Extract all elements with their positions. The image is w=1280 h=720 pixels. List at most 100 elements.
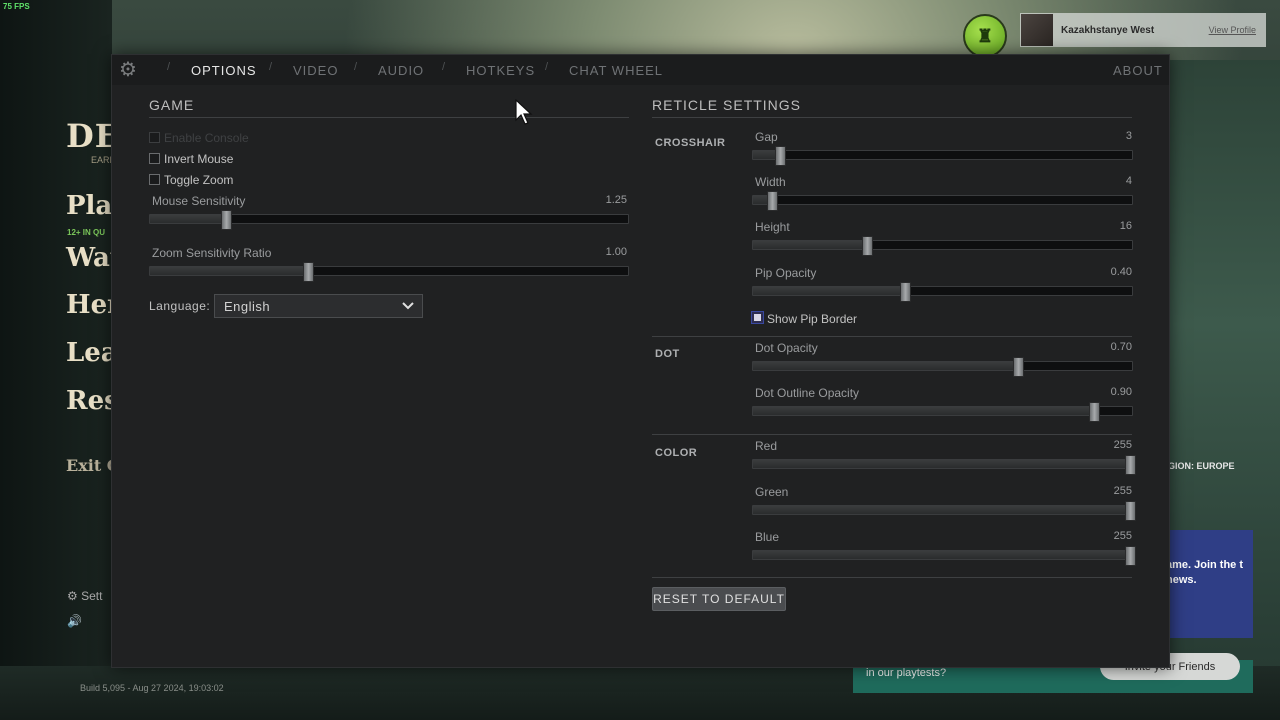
invert-mouse-checkbox[interactable] — [149, 153, 160, 164]
fps-counter: 75 FPS — [3, 2, 30, 11]
green-value: 255 — [1113, 485, 1132, 497]
invert-mouse-label: Invert Mouse — [164, 152, 234, 166]
dot-heading: DOT — [655, 348, 680, 360]
green-label: Green — [755, 485, 789, 499]
tab-video[interactable]: VIDEO — [293, 63, 338, 78]
tab-audio[interactable]: AUDIO — [378, 63, 424, 78]
toggle-zoom-label: Toggle Zoom — [164, 173, 234, 187]
tab-separator: / — [354, 61, 358, 73]
slider-thumb[interactable] — [1125, 455, 1136, 475]
reset-divider — [652, 577, 1132, 578]
slider-fill — [753, 241, 867, 249]
gap-slider[interactable] — [752, 146, 1133, 166]
height-label: Height — [755, 220, 790, 234]
build-info: Build 5,095 - Aug 27 2024, 19:03:02 — [80, 683, 224, 693]
menu-settings-label: Sett — [81, 589, 103, 603]
width-slider[interactable] — [752, 191, 1133, 211]
slider-thumb[interactable] — [899, 282, 911, 302]
show-pip-border-checkbox[interactable] — [752, 312, 763, 323]
chevron-down-icon — [402, 302, 414, 310]
hat-icon[interactable]: ♜ — [963, 14, 1007, 58]
slider-thumb[interactable] — [1125, 501, 1136, 521]
tab-separator: / — [269, 61, 273, 73]
pip-opacity-value: 0.40 — [1110, 266, 1132, 278]
slider-fill — [753, 551, 1132, 559]
menu-settings[interactable]: ⚙ Sett — [67, 589, 102, 603]
mouse-sensitivity-slider[interactable] — [149, 210, 629, 230]
mouse-sensitivity-value: 1.25 — [605, 194, 627, 206]
zoom-ratio-value: 1.00 — [605, 246, 627, 258]
slider-thumb[interactable] — [1089, 402, 1101, 422]
dot-opacity-value: 0.70 — [1110, 341, 1132, 353]
tab-bar: ⚙ / OPTIONS / VIDEO / AUDIO / HOTKEYS / … — [112, 55, 1169, 85]
slider-fill — [150, 267, 308, 275]
slider-thumb[interactable] — [861, 236, 873, 256]
avatar — [1021, 14, 1053, 46]
enable-console-label: Enable Console — [164, 131, 249, 145]
language-select[interactable]: English — [214, 294, 423, 318]
gear-icon[interactable]: ⚙ — [117, 59, 139, 81]
show-pip-border-label: Show Pip Border — [767, 312, 858, 326]
reticle-section-title: RETICLE SETTINGS — [652, 97, 802, 113]
slider-fill — [753, 287, 905, 295]
tab-chat-wheel[interactable]: CHAT WHEEL — [569, 63, 663, 78]
language-value: English — [224, 298, 271, 314]
tab-hotkeys[interactable]: HOTKEYS — [466, 63, 535, 78]
zoom-ratio-slider[interactable] — [149, 262, 629, 282]
gap-label: Gap — [755, 130, 778, 144]
dot-divider — [652, 336, 1132, 337]
slider-fill — [753, 362, 1019, 370]
green-slider[interactable] — [752, 501, 1136, 521]
reticle-divider — [652, 117, 1132, 118]
language-label: Language: — [149, 299, 211, 313]
color-heading: COLOR — [655, 447, 698, 459]
blue-slider[interactable] — [752, 546, 1136, 566]
tab-about[interactable]: ABOUT — [1113, 63, 1163, 78]
width-label: Width — [755, 175, 786, 189]
game-divider — [149, 117, 629, 118]
pip-opacity-slider[interactable] — [752, 282, 1133, 302]
game-section-title: GAME — [149, 97, 195, 113]
dot-outline-opacity-label: Dot Outline Opacity — [755, 386, 860, 400]
tab-separator: / — [442, 61, 446, 73]
mouse-cursor-icon — [515, 99, 533, 125]
reset-to-default-label: RESET TO DEFAULT — [653, 592, 785, 606]
slider-thumb[interactable] — [1125, 546, 1136, 566]
color-divider — [652, 434, 1132, 435]
tab-options[interactable]: OPTIONS — [191, 63, 257, 78]
slider-thumb[interactable] — [774, 146, 786, 166]
dot-opacity-slider[interactable] — [752, 357, 1133, 377]
pip-opacity-label: Pip Opacity — [755, 266, 817, 280]
view-profile-link[interactable]: View Profile — [1209, 25, 1256, 35]
speaker-icon[interactable]: 🔊 — [67, 614, 82, 628]
height-slider[interactable] — [752, 236, 1133, 256]
options-dialog: ⚙ / OPTIONS / VIDEO / AUDIO / HOTKEYS / … — [111, 54, 1170, 668]
slider-fill — [753, 407, 1095, 415]
playtest-text: in our playtests? — [866, 667, 947, 679]
slider-thumb[interactable] — [1013, 357, 1025, 377]
red-slider[interactable] — [752, 455, 1136, 475]
slider-fill — [753, 506, 1132, 514]
gap-value: 3 — [1125, 130, 1132, 142]
dot-outline-opacity-value: 0.90 — [1110, 386, 1132, 398]
enable-console-checkbox — [149, 132, 160, 143]
slider-thumb[interactable] — [221, 210, 233, 230]
dot-opacity-label: Dot Opacity — [755, 341, 818, 355]
red-value: 255 — [1113, 439, 1132, 451]
width-value: 4 — [1125, 175, 1132, 187]
slider-thumb[interactable] — [766, 191, 778, 211]
profile-name: Kazakhstanye West — [1061, 24, 1155, 36]
tab-separator: / — [545, 61, 549, 73]
slider-thumb[interactable] — [302, 262, 314, 282]
mouse-sensitivity-label: Mouse Sensitivity — [152, 194, 246, 208]
height-value: 16 — [1119, 220, 1132, 232]
blue-value: 255 — [1113, 530, 1132, 542]
toggle-zoom-checkbox[interactable] — [149, 174, 160, 185]
reset-to-default-button[interactable]: RESET TO DEFAULT — [652, 587, 786, 611]
slider-fill — [753, 460, 1132, 468]
news-text: ame. Join the t news. — [1166, 559, 1244, 586]
profile-card: Kazakhstanye West View Profile — [1020, 13, 1266, 47]
dot-outline-opacity-slider[interactable] — [752, 402, 1133, 422]
crosshair-heading: CROSSHAIR — [655, 137, 726, 149]
slider-fill — [150, 215, 227, 223]
